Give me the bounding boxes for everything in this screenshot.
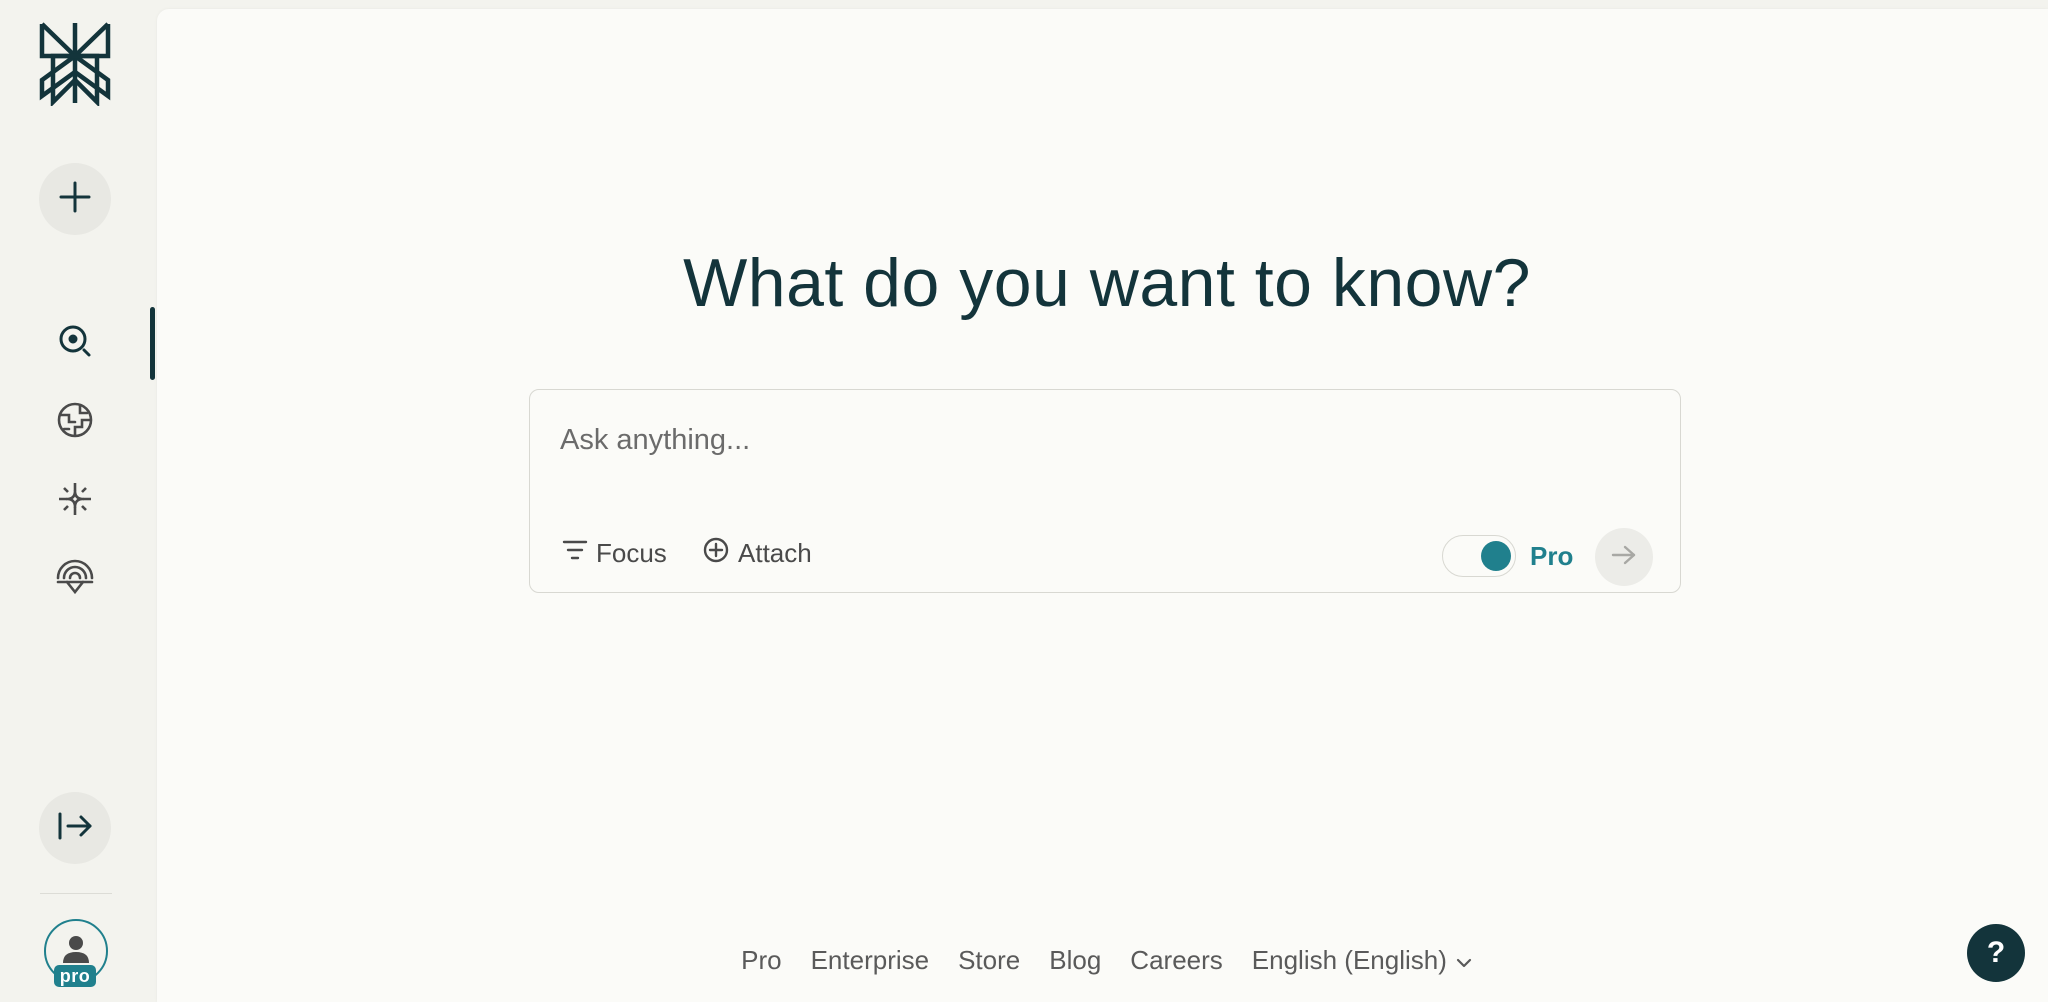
pro-badge: pro [54, 965, 96, 987]
active-nav-indicator [150, 307, 155, 380]
help-button[interactable]: ? [1967, 924, 2025, 982]
submit-button[interactable] [1595, 528, 1653, 586]
footer-link-careers[interactable]: Careers [1130, 945, 1222, 976]
pro-toggle[interactable] [1442, 535, 1516, 577]
perplexity-logo-icon[interactable] [36, 20, 114, 108]
globe-icon [56, 401, 94, 444]
search-box: Focus Attach Pro [529, 389, 1681, 593]
main-panel: What do you want to know? Focus [157, 9, 2048, 1002]
language-selector[interactable]: English (English) [1252, 945, 1473, 976]
filter-icon [562, 538, 588, 569]
plus-icon [58, 180, 92, 219]
sparkle-icon [56, 480, 94, 523]
sidebar: pro [0, 0, 156, 1002]
nav-discover[interactable] [53, 400, 97, 444]
focus-label: Focus [596, 537, 667, 568]
footer: Pro Enterprise Store Blog Careers Englis… [157, 945, 2048, 976]
expand-arrow-icon [57, 811, 93, 846]
sidebar-divider [40, 893, 112, 894]
signal-icon [55, 558, 95, 603]
nav-spaces[interactable] [53, 479, 97, 523]
language-label: English (English) [1251, 945, 1447, 975]
footer-link-pro[interactable]: Pro [741, 945, 781, 976]
nav-home[interactable] [53, 321, 97, 365]
new-thread-button[interactable] [39, 163, 111, 235]
expand-sidebar-button[interactable] [39, 792, 111, 864]
add-circle-icon [702, 536, 730, 571]
search-icon [57, 323, 93, 364]
nav-library[interactable] [53, 558, 97, 602]
arrow-right-icon [1611, 544, 1637, 571]
footer-link-enterprise[interactable]: Enterprise [811, 945, 930, 976]
chevron-down-icon [1455, 945, 1473, 976]
toggle-knob [1481, 541, 1511, 571]
attach-button[interactable]: Attach [702, 533, 812, 573]
footer-link-store[interactable]: Store [958, 945, 1020, 976]
search-input[interactable] [558, 418, 1638, 462]
pro-label: Pro [1530, 541, 1574, 571]
page-title: What do you want to know? [683, 245, 1531, 321]
focus-button[interactable]: Focus [562, 533, 667, 573]
attach-label: Attach [738, 537, 812, 568]
footer-link-blog[interactable]: Blog [1049, 945, 1101, 976]
